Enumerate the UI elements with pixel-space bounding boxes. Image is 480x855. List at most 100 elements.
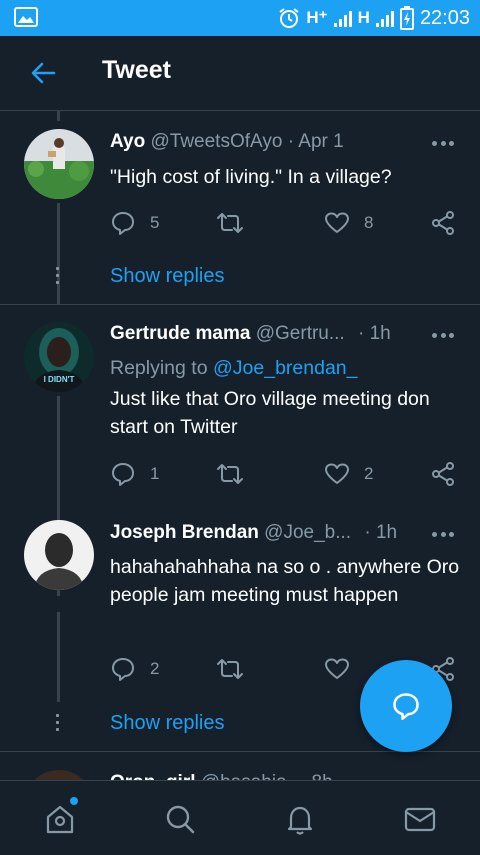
display-name[interactable]: Oron_girl	[110, 772, 196, 780]
nav-notifications[interactable]	[280, 799, 320, 839]
back-arrow-icon[interactable]	[28, 58, 58, 88]
tweet-text: "High cost of living." In a village?	[110, 166, 392, 188]
like-button[interactable]	[324, 655, 364, 683]
tweet-header: Joseph Brendan @Joe_b... · 1h	[110, 522, 397, 548]
tweet-time: Apr 1	[298, 131, 344, 152]
thread-line	[57, 203, 60, 304]
nav-search[interactable]	[160, 799, 200, 839]
thread-line	[57, 612, 60, 702]
tweet-actions: 5 8	[110, 209, 460, 237]
user-handle[interactable]: @Gertru...	[256, 323, 345, 344]
retweet-icon	[217, 213, 243, 233]
avatar-image	[24, 770, 94, 780]
collapsed-thread-indicator	[56, 267, 60, 284]
avatar[interactable]	[24, 129, 94, 199]
gallery-icon	[14, 7, 38, 27]
tweet-header: Oron_girl @basahia · 8h	[110, 772, 333, 780]
replying-to: Replying to @Joe_brendan_	[110, 357, 357, 380]
share-icon	[432, 211, 454, 235]
replying-to-link[interactable]: @Joe_brendan_	[213, 357, 358, 379]
retweet-button[interactable]	[216, 655, 258, 683]
user-handle[interactable]: @basahia	[201, 772, 287, 780]
reply-icon	[112, 212, 134, 235]
more-options-icon[interactable]	[432, 532, 454, 538]
clock: 22:03	[419, 6, 470, 29]
avatar-shirt-text: I DIDN'T	[44, 375, 75, 384]
home-icon	[46, 805, 74, 834]
replying-prefix: Replying to	[110, 357, 208, 379]
display-name[interactable]: Gertrude mama	[110, 323, 250, 344]
tweet-text: Just like that Oro village meeting don s…	[110, 388, 430, 438]
heart-icon	[325, 212, 349, 233]
reply-button[interactable]: 1	[110, 460, 159, 488]
separator: ·	[364, 522, 371, 543]
avatar[interactable]	[24, 770, 94, 780]
tweet-oron-girl[interactable]: Oron_girl @basahia · 8h	[0, 752, 480, 780]
nav-home[interactable]	[40, 797, 80, 839]
reply-count: 1	[150, 464, 160, 483]
like-button[interactable]: 2	[324, 460, 373, 488]
top-bar: Tweet	[0, 36, 480, 111]
tweet-header: Gertrude mama @Gertru... · 1h	[110, 323, 391, 349]
network-type-1: H⁺	[306, 8, 328, 27]
heart-icon	[325, 658, 349, 679]
separator: ·	[287, 131, 295, 152]
collapsed-thread-indicator	[56, 714, 60, 731]
separator: ·	[300, 772, 306, 780]
reply-icon	[112, 463, 134, 486]
signal-icon	[375, 9, 394, 27]
tweet-text: hahahahahhaha na so o . anywhere Oro peo…	[110, 556, 460, 606]
share-icon	[432, 462, 454, 486]
more-options-icon[interactable]	[432, 333, 454, 339]
reply-button[interactable]: 5	[110, 209, 159, 237]
more-options-icon[interactable]	[432, 141, 454, 147]
like-count: 8	[364, 213, 374, 232]
tweet-gertrude[interactable]: I DIDN'T Gertrude mama @Gertru... · 1h R…	[0, 305, 480, 596]
reply-count: 5	[150, 213, 160, 232]
avatar[interactable]	[24, 520, 94, 590]
tweet-time: 1h	[369, 323, 391, 344]
tweet-header: Ayo @TweetsOfAyo · Apr 1	[110, 131, 344, 157]
avatar[interactable]: I DIDN'T	[24, 322, 94, 392]
notifications-icon	[287, 806, 313, 835]
reply-button[interactable]: 2	[110, 655, 159, 683]
avatar-image	[24, 129, 94, 199]
like-count: 2	[364, 464, 374, 483]
show-replies-link[interactable]: Show replies	[110, 712, 225, 735]
share-button[interactable]	[430, 209, 456, 237]
tweet-ayo[interactable]: Ayo @TweetsOfAyo · Apr 1 "High cost of l…	[0, 111, 480, 304]
avatar-image	[24, 520, 94, 590]
signal-icon	[333, 9, 352, 27]
heart-icon	[325, 463, 349, 484]
retweet-button[interactable]	[216, 209, 258, 237]
network-type-2: H	[357, 8, 370, 27]
avatar-image: I DIDN'T	[24, 322, 94, 392]
alarm-icon	[279, 8, 300, 28]
reply-compose-icon	[393, 693, 419, 720]
nav-messages[interactable]	[400, 799, 440, 839]
user-handle[interactable]: @Joe_b...	[264, 522, 351, 543]
battery-charging-icon	[399, 6, 414, 30]
reply-count: 2	[150, 659, 160, 678]
status-bar: H⁺ H 22:03	[0, 0, 480, 36]
messages-icon	[404, 807, 436, 832]
tweet-time: 8h	[312, 772, 333, 780]
bottom-navigation	[0, 780, 480, 855]
user-handle[interactable]: @TweetsOfAyo	[150, 131, 282, 152]
display-name[interactable]: Ayo	[110, 131, 145, 152]
compose-reply-button[interactable]	[360, 660, 452, 752]
retweet-button[interactable]	[216, 460, 258, 488]
reply-icon	[112, 658, 134, 681]
show-replies-link[interactable]: Show replies	[110, 265, 225, 288]
share-button[interactable]	[430, 460, 456, 488]
retweet-icon	[217, 659, 243, 679]
search-icon	[166, 805, 195, 834]
retweet-icon	[217, 464, 243, 484]
tweet-time: 1h	[375, 522, 398, 543]
display-name[interactable]: Joseph Brendan	[110, 522, 259, 543]
notification-dot	[70, 797, 78, 805]
like-button[interactable]: 8	[324, 209, 373, 237]
separator: ·	[358, 323, 365, 344]
tweet-actions: 1 2	[110, 460, 460, 488]
page-title: Tweet	[102, 56, 171, 84]
